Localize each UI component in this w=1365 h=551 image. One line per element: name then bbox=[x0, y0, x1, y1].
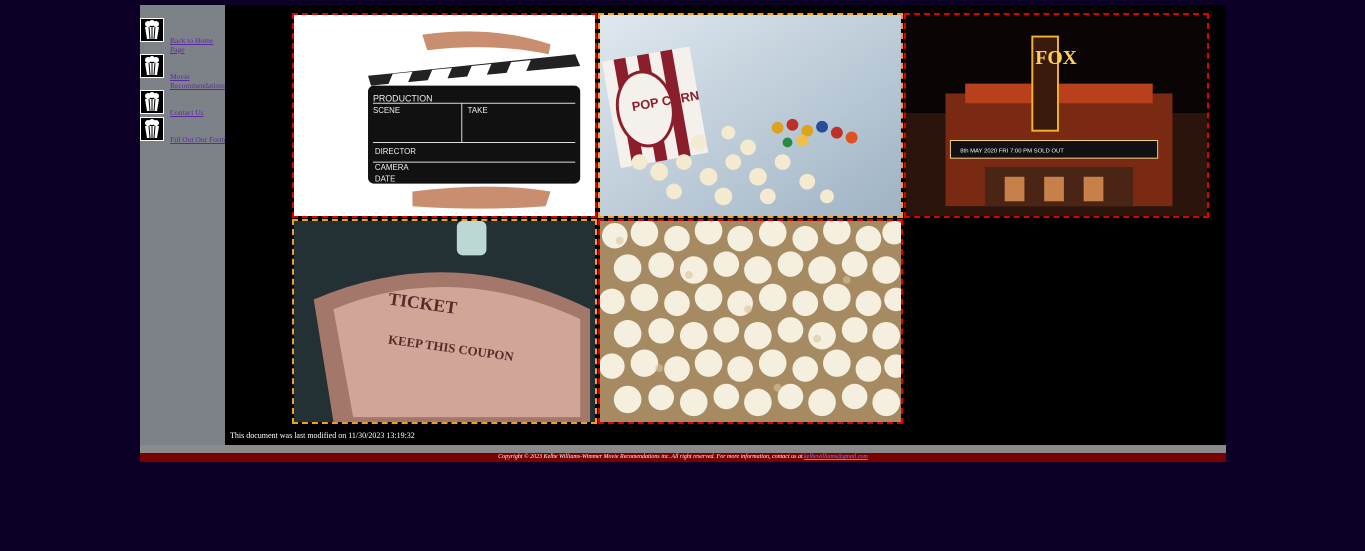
contact-email-link[interactable]: kelbewilliams@gmail.com bbox=[804, 454, 868, 460]
popcorn-icon bbox=[140, 54, 164, 78]
sidebar-link-contact[interactable]: Contact Us bbox=[170, 108, 226, 117]
clap-production-label: PRODUCTION bbox=[373, 93, 433, 103]
popcorn-icon bbox=[140, 90, 164, 114]
clap-director-label: DIRECTOR bbox=[375, 147, 416, 156]
clap-camera-label: CAMERA bbox=[375, 163, 409, 172]
popcorn-icon bbox=[140, 18, 164, 42]
copyright-text: Copyright © 2023 Kelbe Williams-Wimmer M… bbox=[498, 454, 805, 460]
clap-date-label: DATE bbox=[375, 175, 395, 184]
main-content: PRODUCTION SCENE TAKE DIRECTOR CAMERA DA… bbox=[225, 5, 1226, 445]
sidebar-link-home[interactable]: Back to Home Page bbox=[170, 36, 226, 54]
last-modified-text: This document was last modified on 11/30… bbox=[230, 431, 415, 440]
footer-divider bbox=[140, 445, 1226, 453]
sidebar-link-form[interactable]: Fill Out Our Form bbox=[170, 135, 226, 144]
sidebar-nav: Back to Home Page Movie Recommendations bbox=[140, 5, 226, 445]
footer: Copyright © 2023 Kelbe Williams-Wimmer M… bbox=[140, 453, 1226, 462]
popcorn-candy-image: POP CORN bbox=[598, 13, 903, 218]
fox-theater-image: FOX 8th MAY 2020 FRI 7:00 PM SOLD OUT bbox=[904, 13, 1209, 218]
movie-tickets-image: TICKET KEEP THIS COUPON bbox=[292, 219, 597, 424]
popcorn-closeup-image bbox=[598, 219, 903, 424]
popcorn-icon bbox=[140, 117, 164, 141]
fox-marquee-text: 8th MAY 2020 FRI 7:00 PM SOLD OUT bbox=[960, 148, 1064, 154]
clap-take-label: TAKE bbox=[468, 106, 488, 115]
fox-sign-text: FOX bbox=[1035, 47, 1077, 69]
page-container: Back to Home Page Movie Recommendations bbox=[140, 5, 1226, 462]
sidebar-link-recommendations[interactable]: Movie Recommendations bbox=[170, 72, 226, 90]
clapperboard-image: PRODUCTION SCENE TAKE DIRECTOR CAMERA DA… bbox=[292, 13, 597, 218]
clap-scene-label: SCENE bbox=[373, 106, 400, 115]
